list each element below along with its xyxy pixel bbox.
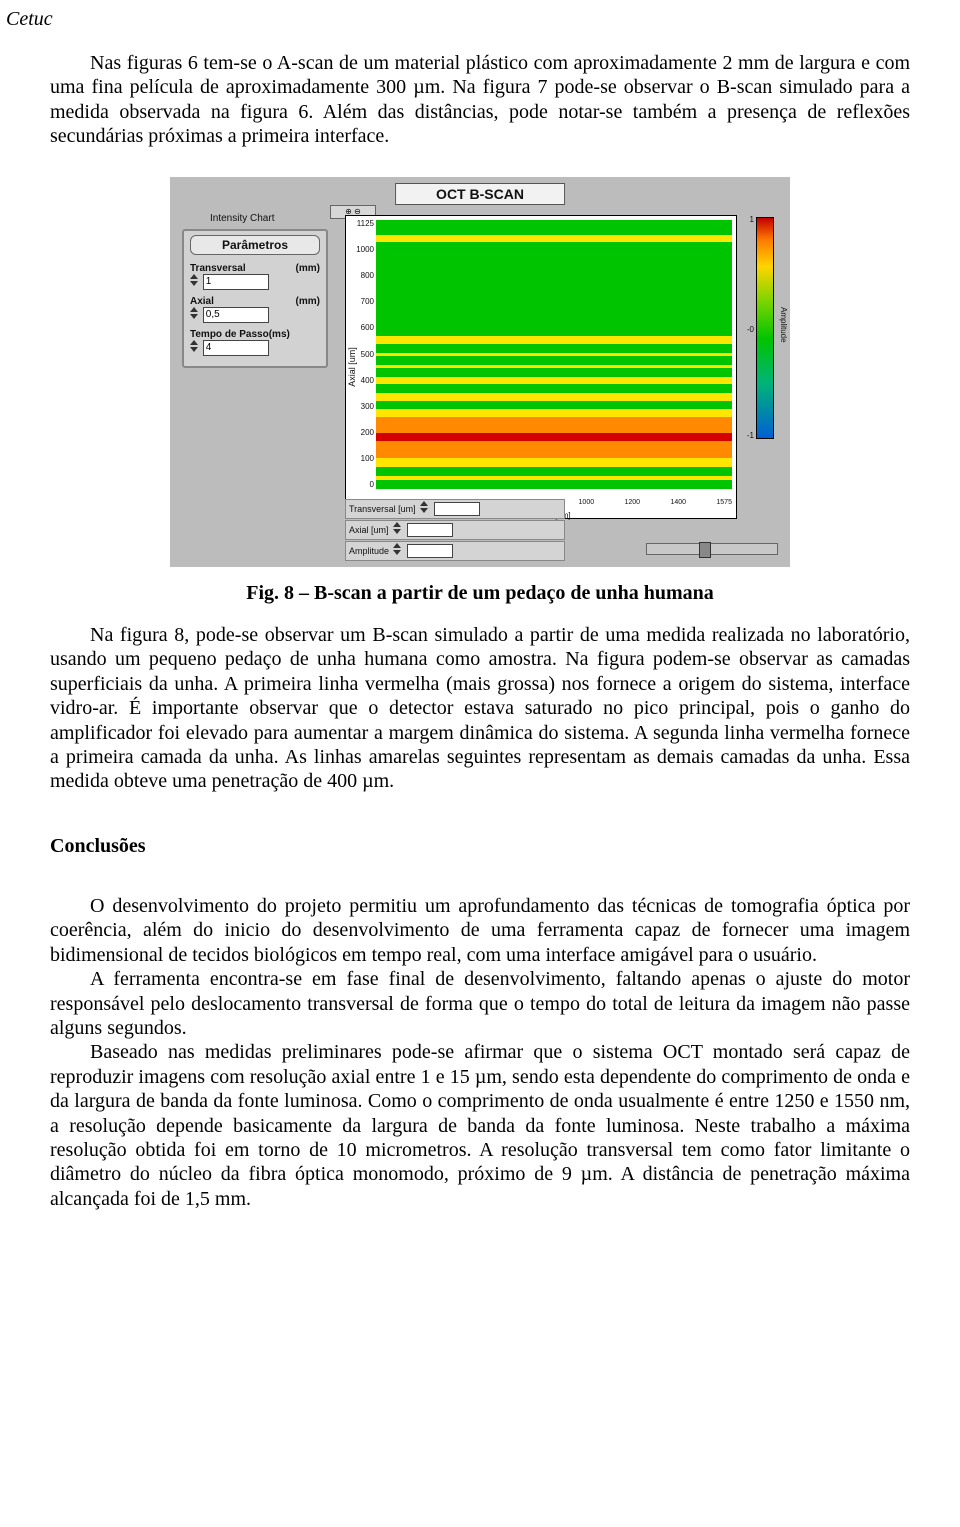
paragraph-fig8: Na figura 8, pode-se observar um B-scan … — [50, 623, 910, 794]
y-tick: 200 — [348, 429, 374, 437]
heatmap-band — [376, 220, 732, 236]
y-tick: 500 — [348, 351, 374, 359]
heatmap-band — [376, 433, 732, 441]
transversal-input[interactable] — [203, 274, 269, 290]
parametros-panel: Parâmetros Transversal (mm) Axial (mm) — [182, 229, 328, 368]
param-transversal-label: Transversal (mm) — [190, 263, 320, 274]
heatmap-band — [376, 467, 732, 477]
readout-input[interactable] — [407, 544, 453, 558]
cursor-readout-panel: Transversal [um] Axial [um] Amplitude — [345, 498, 565, 561]
figure-title: OCT B-SCAN — [395, 183, 565, 205]
heatmap-band — [376, 384, 732, 394]
y-tick: 1000 — [348, 246, 374, 254]
param-unit: (mm) — [296, 296, 320, 307]
intensity-chart-label: Intensity Chart — [210, 213, 274, 224]
readout-input[interactable] — [434, 502, 480, 516]
heatmap-band — [376, 235, 732, 242]
y-tick: 800 — [348, 272, 374, 280]
param-axial-label: Axial (mm) — [190, 296, 320, 307]
heatmap-band — [376, 401, 732, 409]
heatmap-band — [376, 344, 732, 352]
param-unit: (mm) — [296, 263, 320, 274]
colorbar-tick-bottom: -1 — [747, 431, 754, 440]
colorbar-label: Amplitude — [779, 307, 788, 343]
paragraph-conc-1: O desenvolvimento do projeto permitiu um… — [50, 894, 910, 967]
parametros-title: Parâmetros — [190, 235, 320, 255]
readout-transversal: Transversal [um] — [345, 499, 565, 519]
heatmap-band — [376, 356, 732, 364]
heatmap-band — [376, 377, 732, 384]
y-tick: 100 — [348, 455, 374, 463]
readout-axial: Axial [um] — [345, 520, 565, 540]
paragraph-conc-3: Baseado nas medidas preliminares pode-se… — [50, 1040, 910, 1211]
colorbar-tick-top: 1 — [750, 215, 754, 224]
stepper-icon[interactable] — [190, 274, 198, 290]
y-tick: 400 — [348, 377, 374, 385]
paragraph-intro: Nas figuras 6 tem-se o A-scan de um mate… — [50, 51, 910, 149]
y-tick: 700 — [348, 298, 374, 306]
heatmap-band — [376, 242, 732, 336]
param-tempo-input-row — [190, 340, 320, 356]
readout-label: Amplitude — [349, 546, 389, 556]
heatmap-band — [376, 441, 732, 458]
readout-amplitude: Amplitude — [345, 541, 565, 561]
bscan-chart: Axial [um] 1125 1000 800 700 600 500 400… — [345, 215, 737, 519]
heatmap-band — [376, 480, 732, 490]
stepper-icon[interactable] — [190, 340, 198, 356]
bottom-slider[interactable] — [646, 543, 778, 555]
paragraph-conc-2: A ferramenta encontra-se em fase final d… — [50, 967, 910, 1040]
param-label: Transversal — [190, 263, 246, 274]
y-tick: 1125 — [348, 220, 374, 228]
colorbar — [756, 217, 774, 439]
stepper-icon[interactable] — [420, 501, 428, 517]
axial-input[interactable] — [203, 307, 269, 323]
page-header: Cetuc — [0, 0, 960, 51]
oct-bscan-figure: OCT B-SCAN Intensity Chart ⊕ ⊖ Parâmetro… — [170, 177, 790, 567]
y-tick: 0 — [348, 481, 374, 489]
bscan-heatmap — [376, 220, 732, 490]
heatmap-band — [376, 409, 732, 417]
figure-container: OCT B-SCAN Intensity Chart ⊕ ⊖ Parâmetro… — [50, 177, 910, 567]
param-axial-input-row — [190, 307, 320, 323]
param-label: Tempo de Passo(ms) — [190, 329, 290, 340]
heatmap-band — [376, 458, 732, 466]
colorbar-tick-mid: -0 — [747, 325, 754, 334]
param-tempo-label: Tempo de Passo(ms) — [190, 329, 320, 340]
y-axis-ticks: 1125 1000 800 700 600 500 400 300 200 10… — [348, 220, 374, 490]
y-tick: 300 — [348, 403, 374, 411]
section-conclusoes-heading: Conclusões — [50, 834, 910, 858]
heatmap-band — [376, 417, 732, 433]
stepper-icon[interactable] — [393, 522, 401, 538]
figure-caption: Fig. 8 – B-scan a partir de um pedaço de… — [50, 581, 910, 605]
readout-input[interactable] — [407, 523, 453, 537]
param-label: Axial — [190, 296, 214, 307]
y-tick: 600 — [348, 324, 374, 332]
stepper-icon[interactable] — [190, 307, 198, 323]
heatmap-band — [376, 393, 732, 400]
stepper-icon[interactable] — [393, 543, 401, 559]
heatmap-band — [376, 336, 732, 344]
readout-label: Axial [um] — [349, 525, 389, 535]
param-transversal-input-row — [190, 274, 320, 290]
readout-label: Transversal [um] — [349, 504, 416, 514]
tempo-input[interactable] — [203, 340, 269, 356]
heatmap-band — [376, 368, 732, 376]
